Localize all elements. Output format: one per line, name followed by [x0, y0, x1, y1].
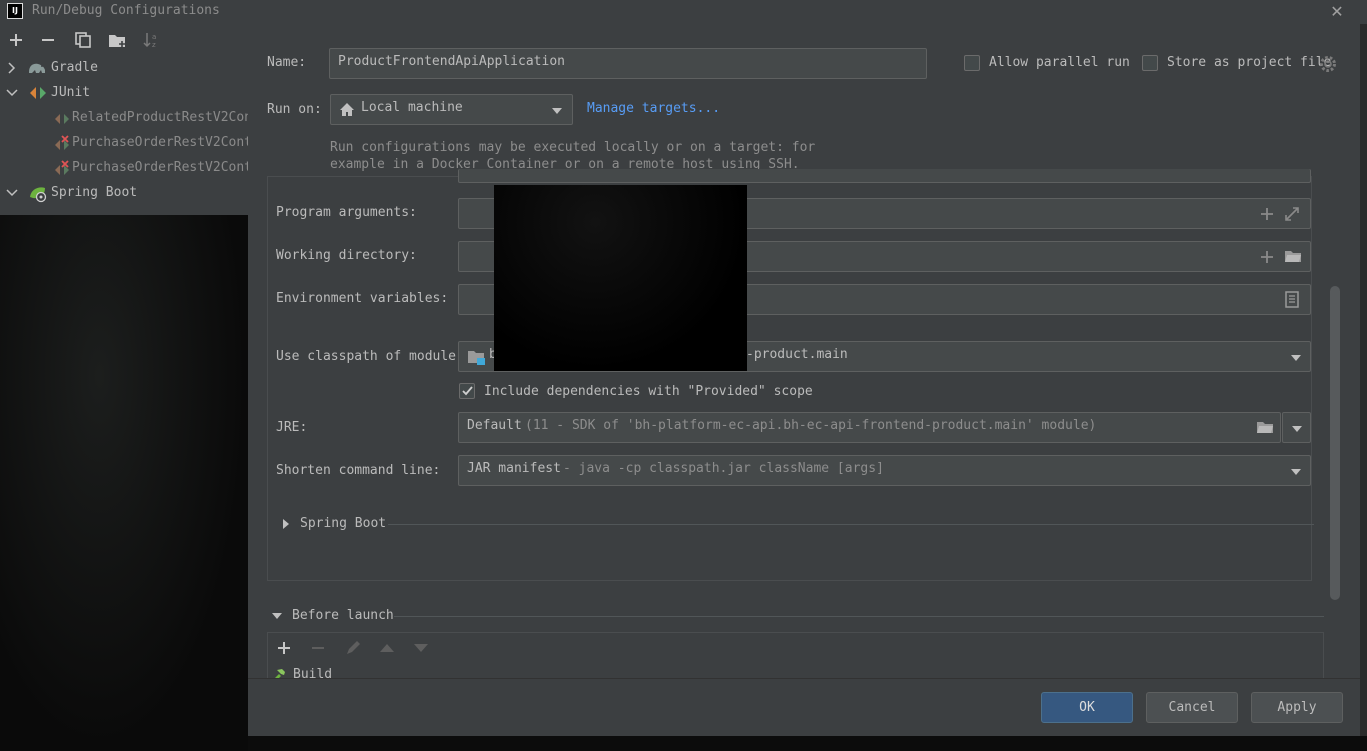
tree-item-label: Gradle: [51, 60, 98, 75]
junit-icon: [29, 86, 47, 100]
spring-boot-icon: [28, 185, 48, 203]
include-dependencies-checkbox[interactable]: [459, 383, 475, 399]
options-scroll-area[interactable]: [267, 169, 1312, 581]
manage-targets-link[interactable]: Manage targets...: [587, 101, 720, 116]
remove-configuration-icon[interactable]: [38, 30, 58, 50]
home-icon: [339, 102, 355, 117]
chevron-down-icon: [1291, 425, 1303, 433]
tree-item-test[interactable]: RelatedProductRestV2Contr: [0, 106, 248, 131]
spring-boot-section-toggle[interactable]: Spring Boot: [300, 516, 386, 531]
junit-test-failed-icon: [54, 135, 72, 151]
include-dependencies-label: Include dependencies with "Provided" sco…: [484, 384, 813, 399]
tree-item-label: PurchaseOrderRestV2Contro: [72, 135, 248, 150]
section-divider: [388, 524, 1314, 525]
classpath-module-label: Use classpath of module:: [276, 349, 464, 364]
run-on-label: Run on:: [267, 102, 322, 117]
folder-icon[interactable]: [1256, 419, 1274, 435]
gradle-elephant-icon: [27, 60, 47, 76]
add-task-icon[interactable]: [276, 640, 292, 656]
jre-dropdown-arrow[interactable]: [1282, 412, 1311, 443]
configuration-editor: Name: ProductFrontendApiApplication Allo…: [248, 24, 1360, 736]
document-icon[interactable]: [1285, 291, 1299, 308]
chevron-down-icon[interactable]: [6, 87, 18, 99]
copy-configuration-icon[interactable]: [73, 30, 93, 50]
tree-item-label: Spring Boot: [51, 185, 138, 200]
working-directory-label: Working directory:: [276, 248, 417, 263]
svg-text:a: a: [152, 33, 156, 41]
apply-button[interactable]: Apply: [1251, 692, 1343, 723]
program-arguments-label: Program arguments:: [276, 205, 417, 220]
build-task: Build: [293, 667, 333, 678]
jre-dropdown[interactable]: Default (11 - SDK of 'bh-platform-ec-api…: [458, 412, 1281, 443]
shorten-hint: - java -cp classpath.jar className [args…: [563, 461, 884, 476]
chevron-down-icon: [1290, 468, 1302, 476]
tree-item-spring-boot[interactable]: Spring Boot: [0, 181, 248, 206]
footer-divider: [248, 678, 1360, 679]
plus-icon[interactable]: [1259, 249, 1275, 265]
tree-item-gradle[interactable]: Gradle: [0, 56, 248, 81]
name-input[interactable]: ProductFrontendApiApplication: [329, 48, 927, 79]
vertical-scrollbar[interactable]: [1330, 286, 1340, 600]
background-desktop-area: [0, 215, 248, 751]
expand-icon[interactable]: [1284, 206, 1300, 222]
shorten-command-line-dropdown[interactable]: JAR manifest - java -cp classpath.jar cl…: [458, 455, 1311, 486]
add-configuration-icon[interactable]: [6, 30, 26, 50]
chevron-down-icon: [1290, 354, 1302, 362]
chevron-right-icon[interactable]: [6, 62, 18, 74]
edit-task-icon[interactable]: [344, 639, 362, 657]
tree-item-test[interactable]: PurchaseOrderRestV2Contro: [0, 156, 248, 181]
before-launch-task-list[interactable]: Build: [267, 664, 1324, 678]
tree-item-label: PurchaseOrderRestV2Contro: [72, 160, 248, 175]
sort-icon[interactable]: az: [141, 30, 161, 50]
partial-field[interactable]: [458, 169, 1311, 183]
jre-hint: (11 - SDK of 'bh-platform-ec-api.bh-ec-a…: [525, 418, 1097, 433]
jre-label: JRE:: [276, 420, 308, 435]
move-up-icon[interactable]: [379, 643, 395, 653]
close-icon[interactable]: ✕: [1328, 2, 1346, 21]
chevron-down-icon: [551, 107, 563, 115]
title-bar: IJ Run/Debug Configurations ✕: [0, 0, 1367, 24]
run-on-hint: Run configurations may be executed local…: [330, 140, 816, 155]
build-hammer-icon: [270, 667, 286, 678]
tree-item-test[interactable]: PurchaseOrderRestV2Contro: [0, 131, 248, 156]
background-console-area: [248, 736, 1367, 751]
module-folder-icon: [467, 349, 486, 366]
gear-icon[interactable]: [1319, 55, 1337, 73]
environment-variables-label: Environment variables:: [276, 291, 449, 306]
cancel-button[interactable]: Cancel: [1146, 692, 1238, 723]
tree-item-label: JUnit: [51, 85, 91, 100]
chevron-right-icon[interactable]: [282, 518, 290, 530]
window-edge: [1360, 24, 1367, 736]
chevron-down-icon[interactable]: [6, 187, 18, 199]
allow-parallel-run-checkbox[interactable]: [964, 55, 980, 71]
window-title: Run/Debug Configurations: [32, 3, 220, 18]
name-label: Name:: [267, 55, 307, 70]
intellij-logo-icon: IJ: [7, 3, 23, 19]
plus-icon[interactable]: [1259, 206, 1275, 222]
move-down-icon[interactable]: [413, 643, 429, 653]
before-launch-title[interactable]: Before launch: [292, 608, 394, 623]
store-as-project-file-checkbox[interactable]: [1142, 55, 1158, 71]
new-folder-icon[interactable]: [107, 30, 127, 50]
junit-test-icon: [54, 112, 70, 126]
run-on-dropdown[interactable]: Local machine: [330, 94, 573, 125]
junit-test-failed-icon: [54, 160, 72, 176]
redacted-region: [494, 185, 747, 371]
remove-task-icon[interactable]: [310, 640, 326, 656]
allow-parallel-run-label: Allow parallel run: [989, 55, 1130, 70]
before-launch-toolbar: [267, 632, 1324, 664]
section-divider: [394, 616, 1324, 617]
configurations-tree-panel: az Gradle JUnit RelatedProductRestV2Cont…: [0, 24, 248, 215]
ok-button[interactable]: OK: [1041, 692, 1133, 723]
tree-item-label: RelatedProductRestV2Contr: [72, 110, 248, 125]
tree-item-junit[interactable]: JUnit: [0, 81, 248, 106]
store-as-project-file-label: Store as project file: [1167, 55, 1332, 70]
folder-icon[interactable]: [1284, 248, 1302, 264]
svg-text:z: z: [152, 41, 156, 49]
shorten-command-line-label: Shorten command line:: [276, 463, 441, 478]
classpath-value-end: -product.main: [746, 347, 848, 362]
chevron-down-icon[interactable]: [271, 612, 283, 620]
tree-toolbar: az: [0, 24, 248, 56]
